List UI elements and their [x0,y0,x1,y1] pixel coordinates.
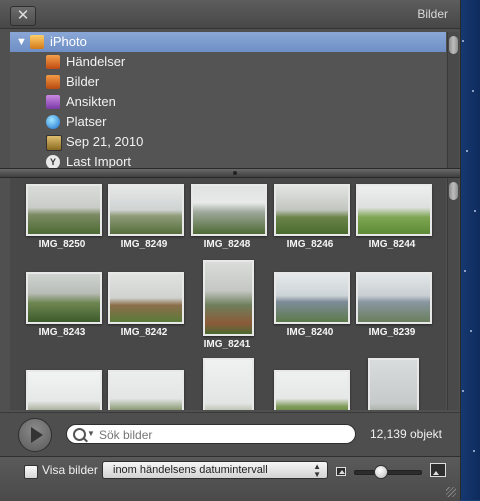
photo-thumbnail[interactable] [274,272,350,324]
scrollbar-thumb[interactable] [449,182,458,200]
source-item-label: iPhoto [50,34,87,49]
search-input[interactable] [97,426,351,444]
footer-bar: Visa bilder inom händelsens datuminterva… [0,456,460,501]
last-import-icon: Y [46,155,60,168]
photo-thumbnail[interactable] [26,370,102,410]
photo-thumbnail[interactable] [203,260,254,336]
photo-thumbnail[interactable] [274,184,350,236]
photo-caption: IMG_8241 [203,339,251,350]
source-item-label: Last Import [66,154,132,168]
source-item-places[interactable]: Platser [10,112,446,132]
item-count: 12,139 objekt [369,427,442,441]
scrollbar-thumb[interactable] [449,36,458,54]
search-icon[interactable] [73,428,86,441]
photo-thumbnail[interactable] [356,272,432,324]
events-icon [46,55,60,69]
photo-thumbnail[interactable] [108,184,184,236]
source-item-label: Sep 21, 2010 [66,134,144,149]
photo-thumbnail[interactable] [191,184,267,236]
photo-caption: IMG_8242 [120,327,168,338]
iphoto-icon [30,35,44,49]
photo-thumbnail[interactable] [203,358,254,410]
photos-icon [46,75,60,89]
splitter-handle-icon [233,171,237,175]
source-item-faces[interactable]: Ansikten [10,92,446,112]
pane-splitter[interactable] [0,168,460,178]
photo-thumbnail[interactable] [356,184,432,236]
places-icon [46,115,60,129]
photo-caption: IMG_8244 [368,239,416,250]
date-range-select-value: inom händelsens datumintervall [113,464,268,476]
photo-thumbnail[interactable] [108,370,184,410]
photo-grid-scrollbar[interactable] [447,178,459,410]
source-list-scrollbar[interactable] [447,32,459,168]
source-list: ▼ iPhoto Händelser Bilder Ansikten Plats… [10,32,446,168]
resize-grip-icon[interactable] [446,487,456,497]
slideshow-play-button[interactable] [18,418,52,452]
source-item-label: Platser [66,114,107,129]
source-item-iphoto[interactable]: ▼ iPhoto [10,32,446,52]
play-icon [31,427,43,443]
zoom-slider-knob[interactable] [374,465,389,479]
photo-thumbnail[interactable] [368,358,419,410]
title-bar: ✕ Bilder [0,0,460,29]
show-photos-label: Visa bilder [42,463,98,477]
photo-thumbnail[interactable] [274,370,350,410]
source-item-events[interactable]: Händelser [10,52,446,72]
source-item-label: Ansikten [66,94,116,109]
photo-grid: IMG_8250 IMG_8249 IMG_8248 IMG_8246 IMG_… [10,178,446,410]
desktop-background [458,0,480,500]
photo-caption: IMG_8239 [368,327,416,338]
media-browser-panel: ✕ Bilder ▼ iPhoto Händelser Bilder Ansik… [0,0,461,501]
source-item-label: Bilder [66,74,100,89]
disclosure-triangle-icon[interactable]: ▼ [16,32,27,52]
photo-thumbnail[interactable] [26,272,102,324]
updown-arrows-icon: ▲ ▼ [313,462,321,479]
large-thumbnail-icon[interactable] [430,463,446,477]
photo-thumbnail[interactable] [26,184,102,236]
search-bar: ▼ 12,139 objekt [0,412,460,457]
source-item-photos[interactable]: Bilder [10,72,446,92]
zoom-slider[interactable] [354,470,422,475]
date-range-select[interactable]: inom händelsens datumintervall ▲ ▼ [102,461,328,479]
show-photos-checkbox[interactable] [24,465,38,479]
source-item-event-album[interactable]: Sep 21, 2010 [10,132,446,152]
event-album-icon [46,135,62,151]
close-icon: ✕ [16,7,30,24]
small-thumbnail-icon[interactable] [336,467,346,476]
faces-icon [46,95,60,109]
source-item-label: Händelser [66,54,126,69]
photo-thumbnail[interactable] [108,272,184,324]
search-field[interactable]: ▼ [66,424,356,444]
source-item-last-import[interactable]: Y Last Import [10,152,446,168]
close-button[interactable]: ✕ [10,6,36,26]
window-title: Bilder [417,7,448,21]
chevron-down-icon[interactable]: ▼ [87,429,95,438]
